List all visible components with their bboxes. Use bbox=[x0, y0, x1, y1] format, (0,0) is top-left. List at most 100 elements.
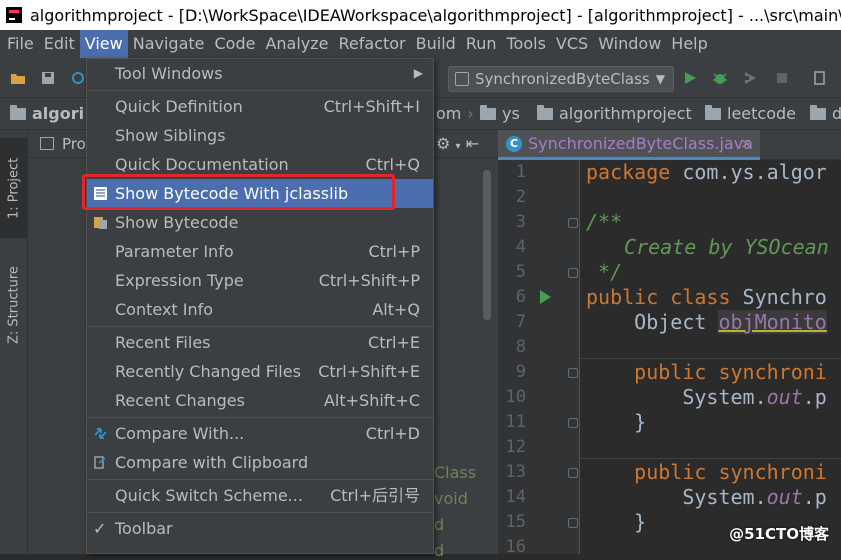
line-number: 7 bbox=[515, 312, 526, 332]
coverage-icon[interactable] bbox=[742, 70, 758, 86]
line-number: 10 bbox=[505, 387, 526, 407]
jclasslib-icon bbox=[94, 187, 107, 200]
panel-tools: ⚙ ▾ ⇤ bbox=[436, 134, 479, 153]
menu-item-parameter-info[interactable]: Parameter Info Ctrl+P bbox=[87, 237, 433, 266]
check-icon: ✓ bbox=[93, 519, 107, 538]
tab-structure[interactable]: Z: Structure bbox=[0, 250, 28, 360]
line-number: 1 bbox=[515, 162, 526, 182]
editor-tab-synchronizedbyteclass[interactable]: C SynchronizedByteClass.java × bbox=[498, 130, 760, 160]
breadcrumb-label: algori bbox=[32, 104, 85, 123]
menu-tools[interactable]: Tools bbox=[502, 30, 551, 58]
code-line: public class Synchro bbox=[586, 285, 827, 309]
menu-item-show-bytecode[interactable]: Show Bytecode bbox=[87, 208, 433, 237]
menu-code[interactable]: Code bbox=[210, 30, 261, 58]
menu-build[interactable]: Build bbox=[411, 30, 461, 58]
code-editor[interactable]: package com.ys.algor /** Create by YSOce… bbox=[580, 160, 841, 554]
menu-analyze[interactable]: Analyze bbox=[260, 30, 333, 58]
fold-marker-icon[interactable] bbox=[568, 518, 578, 528]
code-line: public synchroni bbox=[586, 460, 827, 484]
menu-item-tool-windows[interactable]: Tool Windows ▶ bbox=[87, 59, 433, 88]
project-view-icon bbox=[40, 137, 54, 150]
menu-item-context-info[interactable]: Context Info Alt+Q bbox=[87, 295, 433, 324]
menu-window[interactable]: Window bbox=[593, 30, 666, 58]
menu-run[interactable]: Run bbox=[461, 30, 502, 58]
debug-icon[interactable] bbox=[712, 70, 728, 86]
hide-panel-icon[interactable]: ⇤ bbox=[466, 134, 479, 153]
menu-item-expression-type[interactable]: Expression Type Ctrl+Shift+P bbox=[87, 266, 433, 295]
menu-item-recent-files[interactable]: Recent Files Ctrl+E bbox=[87, 328, 433, 357]
save-icon[interactable] bbox=[40, 70, 56, 86]
folder-icon bbox=[480, 105, 496, 120]
menu-item-quick-switch-scheme[interactable]: Quick Switch Scheme... Ctrl+后引号 bbox=[87, 481, 433, 510]
breadcrumb-leetcode[interactable]: leetcode bbox=[705, 98, 796, 130]
chevron-down-icon[interactable]: ▾ bbox=[455, 141, 460, 152]
breadcrumb-project[interactable]: algori bbox=[10, 98, 84, 130]
structure-tab-label: Z: Structure bbox=[6, 266, 22, 344]
code-line: package com.ys.algor bbox=[586, 160, 827, 184]
menu-file[interactable]: File bbox=[2, 30, 39, 58]
code-line: } bbox=[586, 510, 647, 534]
code-line: System.out.p bbox=[586, 485, 827, 509]
menu-item-toolbar[interactable]: ✓ Toolbar bbox=[87, 514, 433, 543]
fold-marker-icon[interactable] bbox=[568, 418, 578, 428]
menu-vcs[interactable]: VCS bbox=[551, 30, 593, 58]
breadcrumb-label: ys bbox=[502, 104, 520, 123]
tree-peek-text: d bbox=[434, 541, 445, 560]
project-panel-scrollbar[interactable] bbox=[483, 170, 491, 320]
menu-item-show-bytecode-jclasslib[interactable]: Show Bytecode With jclasslib bbox=[87, 179, 433, 208]
line-number: 11 bbox=[505, 412, 526, 432]
window-title-bar: algorithmproject - [D:\WorkSpace\IDEAWor… bbox=[0, 0, 841, 30]
bytecode-icon bbox=[94, 217, 107, 229]
editor-tab-label: SynchronizedByteClass.java bbox=[528, 134, 753, 153]
breadcrumb-ys[interactable]: ys bbox=[480, 98, 520, 130]
folder-icon bbox=[10, 105, 26, 120]
line-number: 3 bbox=[515, 212, 526, 232]
line-number: 13 bbox=[505, 462, 526, 482]
menu-item-show-siblings[interactable]: Show Siblings bbox=[87, 121, 433, 150]
menu-help[interactable]: Help bbox=[666, 30, 712, 58]
project-tab-label: 1: Project bbox=[6, 157, 22, 219]
sync-icon[interactable] bbox=[70, 70, 86, 86]
left-tool-strip: 1: Project Z: Structure bbox=[0, 130, 28, 554]
project-panel-title: Pro bbox=[62, 135, 86, 153]
compare-icon bbox=[94, 428, 107, 439]
code-line: Object objMonito bbox=[586, 310, 827, 334]
chevron-down-icon: ▼ bbox=[655, 72, 665, 86]
run-gutter-icon[interactable] bbox=[540, 290, 551, 304]
code-line: } bbox=[586, 410, 647, 434]
menu-edit[interactable]: Edit bbox=[39, 30, 80, 58]
tab-project[interactable]: 1: Project bbox=[0, 138, 28, 238]
code-line: /** bbox=[586, 210, 623, 234]
code-line: System.out.p bbox=[586, 385, 827, 409]
close-icon[interactable]: × bbox=[740, 130, 752, 158]
window-title: algorithmproject - [D:\WorkSpace\IDEAWor… bbox=[30, 5, 841, 25]
menu-view[interactable]: View bbox=[79, 30, 128, 58]
line-number: 14 bbox=[505, 487, 526, 507]
open-folder-icon[interactable] bbox=[10, 70, 26, 86]
breadcrumb-demo[interactable]: d bbox=[810, 98, 841, 130]
menu-item-compare-with[interactable]: Compare With... Ctrl+D bbox=[87, 419, 433, 448]
fold-marker-icon[interactable] bbox=[568, 368, 578, 378]
menu-item-compare-with-clipboard[interactable]: Compare with Clipboard bbox=[87, 448, 433, 477]
project-structure-icon[interactable] bbox=[812, 70, 828, 86]
breadcrumb-com[interactable]: om › bbox=[436, 98, 482, 130]
menu-item-quick-documentation[interactable]: Quick Documentation Ctrl+Q bbox=[87, 150, 433, 179]
line-number: 8 bbox=[515, 337, 526, 357]
fold-marker-icon[interactable] bbox=[568, 468, 578, 478]
stop-icon[interactable] bbox=[774, 70, 790, 86]
menu-item-recent-changes[interactable]: Recent Changes Alt+Shift+C bbox=[87, 386, 433, 415]
fold-marker-icon[interactable] bbox=[568, 218, 578, 228]
line-number: 15 bbox=[505, 512, 526, 532]
menu-navigate[interactable]: Navigate bbox=[128, 30, 210, 58]
fold-marker-icon[interactable] bbox=[568, 268, 578, 278]
breadcrumb-algorithmproject[interactable]: algorithmproject bbox=[537, 98, 692, 130]
menu-item-quick-definition[interactable]: Quick Definition Ctrl+Shift+I bbox=[87, 92, 433, 121]
watermark: @51CTO博客 bbox=[729, 525, 829, 543]
tree-peek-text: d bbox=[434, 515, 445, 534]
menu-item-recently-changed-files[interactable]: Recently Changed Files Ctrl+Shift+E bbox=[87, 357, 433, 386]
run-configuration-selector[interactable]: SynchronizedByteClass ▼ bbox=[448, 66, 674, 92]
menu-refactor[interactable]: Refactor bbox=[334, 30, 411, 58]
run-icon[interactable] bbox=[682, 70, 698, 86]
editor-tab-bar: C SynchronizedByteClass.java × bbox=[498, 130, 841, 160]
gear-icon[interactable]: ⚙ bbox=[436, 134, 450, 153]
